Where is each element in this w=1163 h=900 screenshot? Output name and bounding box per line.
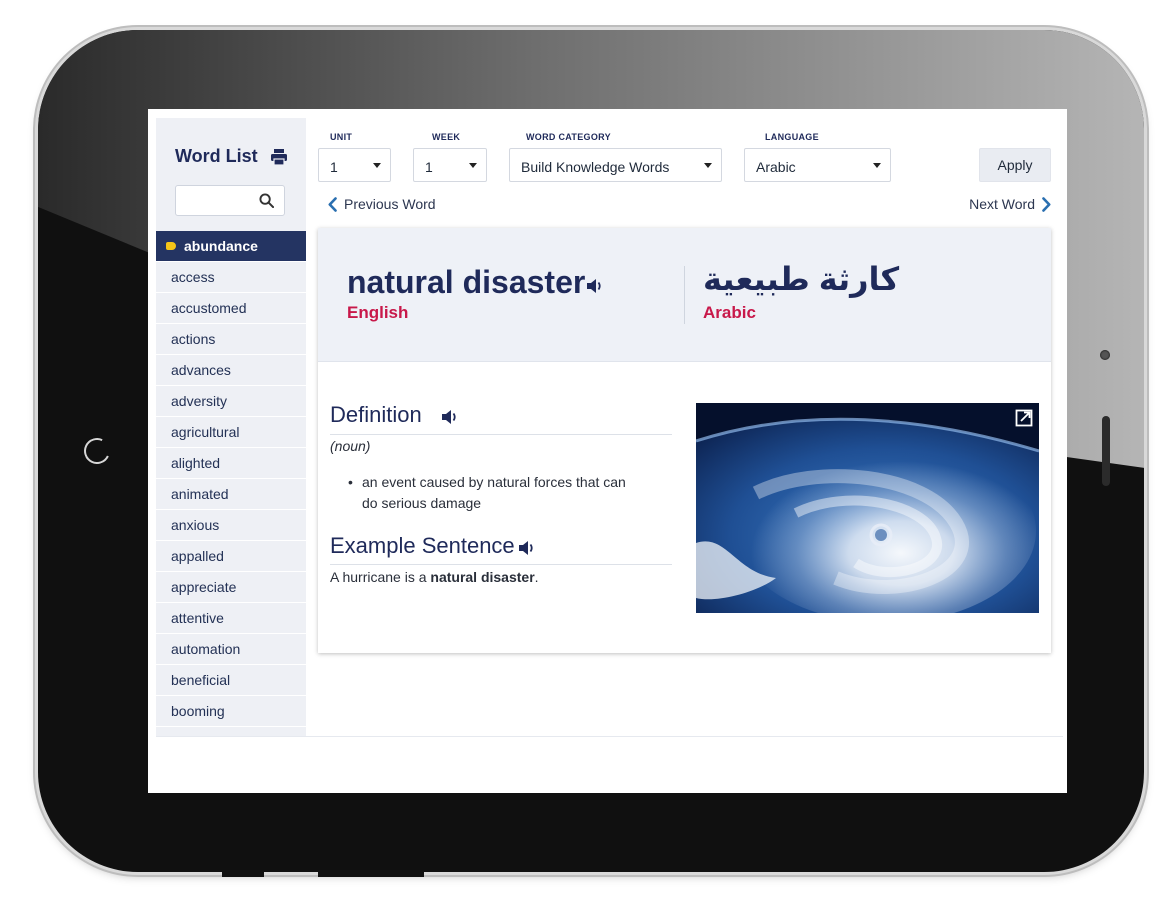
- print-icon[interactable]: [270, 148, 288, 166]
- divider: [330, 434, 672, 435]
- tablet-screen: Word List abundance access accustomed actio…: [148, 109, 1067, 793]
- unit-value: 1: [330, 159, 338, 175]
- word-list-item[interactable]: adversity: [156, 386, 306, 417]
- week-select-box[interactable]: 1: [413, 148, 487, 182]
- caret-down-icon: [873, 163, 881, 168]
- language-value: Arabic: [756, 159, 796, 175]
- word-list-item[interactable]: beneficial: [156, 665, 306, 696]
- active-tag-icon: [166, 242, 176, 250]
- word-list-item[interactable]: animated: [156, 479, 306, 510]
- previous-word-label: Previous Word: [344, 196, 436, 212]
- word-list-item[interactable]: abundance: [156, 231, 306, 262]
- unit-select[interactable]: UNIT 1: [318, 132, 391, 182]
- word-list-item[interactable]: advances: [156, 355, 306, 386]
- language-select-box[interactable]: Arabic: [744, 148, 891, 182]
- category-select-box[interactable]: Build Knowledge Words: [509, 148, 722, 182]
- word-list-item[interactable]: accustomed: [156, 293, 306, 324]
- filter-bar: UNIT 1 WEEK 1 WORD CATEGORY Build Knowle…: [306, 118, 1063, 188]
- expand-icon[interactable]: [1015, 409, 1033, 427]
- word-list-label: adversity: [171, 393, 228, 409]
- word-list-item[interactable]: agricultural: [156, 417, 306, 448]
- speaker-icon[interactable]: [586, 278, 604, 294]
- word-list-label: access: [171, 269, 215, 285]
- word-list-label: alighted: [171, 455, 221, 471]
- word-list-label: anxious: [171, 517, 220, 533]
- word-list-label: agricultural: [171, 424, 240, 440]
- word-list-item[interactable]: actions: [156, 324, 306, 355]
- word-list-label: advances: [171, 362, 231, 378]
- footer-divider: [156, 736, 1063, 737]
- unit-select-box[interactable]: 1: [318, 148, 391, 182]
- hurricane-satellite-picture: [696, 403, 1039, 613]
- word-list-label: appreciate: [171, 579, 237, 595]
- word-list-item[interactable]: alighted: [156, 448, 306, 479]
- translation-language-label: Arabic: [703, 303, 756, 322]
- unit-label: UNIT: [330, 132, 353, 142]
- example-heading: Example Sentence: [330, 533, 515, 558]
- previous-word-link[interactable]: Previous Word: [328, 196, 436, 212]
- example-suffix: .: [534, 569, 539, 585]
- language-label: LANGUAGE: [765, 132, 819, 142]
- search-icon[interactable]: [259, 193, 274, 208]
- apply-button[interactable]: Apply: [979, 148, 1051, 182]
- week-value: 1: [425, 159, 433, 175]
- divider: [330, 564, 672, 565]
- word-list-label: beneficial: [171, 672, 231, 688]
- next-word-label: Next Word: [969, 196, 1035, 212]
- definition-heading: Definition: [330, 402, 422, 427]
- chevron-right-icon: [1042, 196, 1051, 212]
- word-list-label: booming: [171, 703, 225, 719]
- word-list-item[interactable]: appalled: [156, 541, 306, 572]
- tablet-side-switch: [1102, 416, 1110, 486]
- language-select[interactable]: LANGUAGE Arabic: [744, 132, 891, 182]
- word-search-input[interactable]: [180, 186, 264, 215]
- next-word-link[interactable]: Next Word: [969, 196, 1051, 212]
- word-list-app: Word List abundance access accustomed actio…: [156, 118, 1063, 740]
- word-card: natural disaster English كارثة طبيعية Ar…: [318, 228, 1051, 653]
- sidebar: Word List abundance access accustomed actio…: [156, 118, 306, 736]
- word-list-label: automation: [171, 641, 241, 657]
- word-list-item[interactable]: automation: [156, 634, 306, 665]
- word-list-item[interactable]: attentive: [156, 603, 306, 634]
- chevron-left-icon: [328, 196, 337, 212]
- week-label: WEEK: [432, 132, 461, 142]
- week-select[interactable]: WEEK 1: [413, 132, 487, 182]
- hurricane-image: [696, 403, 1039, 613]
- term-translation: كارثة طبيعية: [703, 261, 900, 297]
- tablet-camera: [1100, 350, 1110, 360]
- speaker-icon[interactable]: [441, 409, 459, 425]
- category-label: WORD CATEGORY: [526, 132, 611, 142]
- part-of-speech: (noun): [330, 438, 371, 454]
- word-list-label: appalled: [171, 548, 224, 564]
- word-list-label: abundance: [184, 238, 258, 254]
- tablet-bottom-button: [318, 870, 424, 877]
- example-sentence: A hurricane is a natural disaster.: [330, 569, 539, 585]
- caret-down-icon: [704, 163, 712, 168]
- word-list-item[interactable]: access: [156, 262, 306, 293]
- caret-down-icon: [469, 163, 477, 168]
- word-list-label: accustomed: [171, 300, 247, 316]
- word-list: abundance access accustomed actions advances…: [156, 231, 306, 727]
- term-language-label: English: [347, 303, 409, 322]
- speaker-icon[interactable]: [518, 540, 536, 556]
- caret-down-icon: [373, 163, 381, 168]
- word-card-header: natural disaster English كارثة طبيعية Ar…: [318, 228, 1051, 362]
- example-prefix: A hurricane is a: [330, 569, 431, 585]
- header-divider: [684, 266, 685, 324]
- definition-text: an event caused by natural forces that c…: [340, 472, 640, 514]
- example-highlight: natural disaster: [430, 569, 535, 585]
- word-search-field[interactable]: [175, 185, 285, 216]
- word-list-label: actions: [171, 331, 216, 347]
- word-list-item[interactable]: anxious: [156, 510, 306, 541]
- word-list-item[interactable]: appreciate: [156, 572, 306, 603]
- category-select[interactable]: WORD CATEGORY Build Knowledge Words: [509, 132, 722, 182]
- tablet-bottom-button: [222, 870, 264, 877]
- word-list-label: attentive: [171, 610, 224, 626]
- main-panel: UNIT 1 WEEK 1 WORD CATEGORY Build Knowle…: [306, 118, 1063, 736]
- term-english: natural disaster: [347, 264, 586, 300]
- category-value: Build Knowledge Words: [521, 159, 670, 175]
- sidebar-title: Word List: [175, 146, 258, 166]
- word-list-label: animated: [171, 486, 229, 502]
- word-list-item[interactable]: booming: [156, 696, 306, 727]
